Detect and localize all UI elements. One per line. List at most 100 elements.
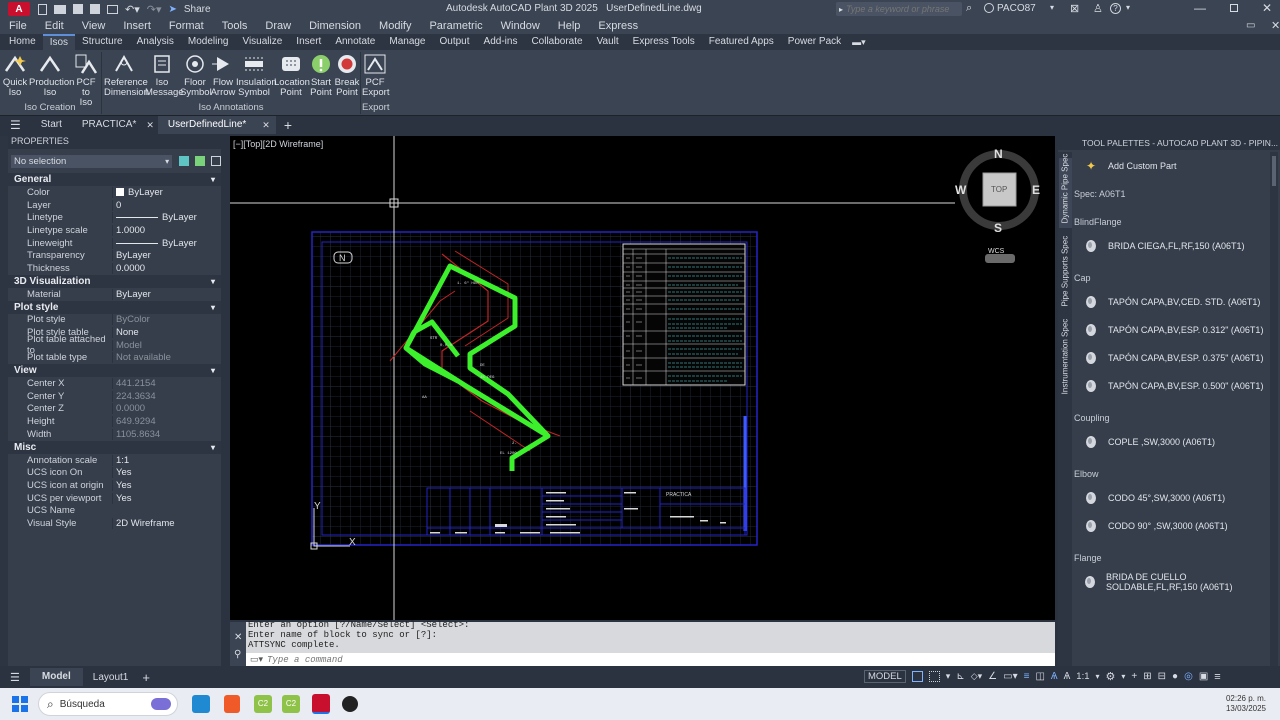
collapse-chevron-icon[interactable]: ▾ (211, 175, 215, 184)
obs-icon[interactable] (342, 696, 358, 712)
marketplace-icon[interactable]: ⊠ (1070, 2, 1079, 15)
tab-collaborate[interactable]: Collaborate (524, 34, 589, 50)
tab-express-tools[interactable]: Express Tools (626, 34, 702, 50)
drawing-viewport[interactable]: [−][Top][2D Wireframe] 1- 6" HDR STR DE AA… (230, 136, 1055, 620)
properties-section-header[interactable]: View ▾ (8, 364, 221, 378)
menu-hamburger-icon[interactable]: ☰ (0, 118, 31, 132)
restore-icon[interactable] (1230, 4, 1238, 12)
menu-window[interactable]: Window (492, 20, 549, 32)
windows-start-icon[interactable] (12, 696, 28, 712)
menu-modify[interactable]: Modify (370, 20, 420, 32)
property-row[interactable]: Center X 441.2154 (8, 377, 221, 390)
pcf-to-iso-button[interactable]: PCF to Iso (72, 52, 100, 108)
units-icon[interactable]: ⊞ (1143, 671, 1151, 682)
redo-icon[interactable]: ↷▾ (147, 3, 162, 16)
property-value[interactable]: ByLayer (112, 250, 221, 262)
property-row[interactable]: Color ByLayer (8, 186, 221, 199)
grid-icon[interactable] (911, 671, 923, 682)
share-button[interactable]: Share (184, 4, 211, 15)
file-tab-close-icon[interactable]: ✕ (256, 116, 276, 134)
print-icon[interactable] (107, 4, 118, 14)
toggle-pickadd-icon[interactable] (179, 156, 190, 166)
tab-isos[interactable]: Isos (42, 34, 76, 50)
close-icon[interactable]: ✕ (1262, 1, 1272, 15)
collapse-chevron-icon[interactable]: ▾ (211, 303, 215, 312)
scrollbar-thumb[interactable] (1272, 156, 1276, 186)
brave-browser-icon[interactable] (224, 695, 240, 713)
share-icon[interactable]: ➤ (169, 4, 177, 15)
property-row[interactable]: Width 1105.8634 (8, 428, 221, 441)
search-icon[interactable]: ⌕ (966, 2, 972, 15)
start-point-button[interactable]: Start Point (308, 52, 334, 98)
palette-tool-item[interactable]: CODO 90° ,SW,3000 (A06T1) (1072, 512, 1270, 540)
add-layout-plus-icon[interactable]: + (138, 670, 154, 685)
property-row[interactable]: Linetype scale 1.0000 (8, 224, 221, 237)
minimize-icon[interactable]: — (1194, 1, 1206, 15)
property-row[interactable]: Thickness 0.0000 (8, 262, 221, 275)
pcf-export-button[interactable]: PCF Export (362, 52, 389, 98)
menu-express[interactable]: Express (589, 20, 647, 32)
collapse-chevron-icon[interactable]: ▾ (211, 366, 215, 375)
palette-tab-instrumentation-spec[interactable]: Instrumentation Spec (1061, 316, 1070, 398)
open-folder-icon[interactable] (54, 4, 66, 14)
palette-tool-item[interactable]: BRIDA CIEGA,FL,RF,150 (A06T1) (1072, 232, 1270, 260)
customization-icon[interactable]: ≡ (1214, 671, 1220, 683)
tab-structure[interactable]: Structure (75, 34, 130, 50)
wcs-menu[interactable]: WCS (988, 248, 1004, 255)
property-row[interactable]: Height 649.9294 (8, 415, 221, 428)
property-value[interactable]: 0.0000 (112, 262, 221, 274)
flow-arrow-button[interactable]: Flow Arrow (210, 52, 236, 98)
menu-tools[interactable]: Tools (213, 20, 257, 32)
clock-date[interactable]: 13/03/2025 (1226, 704, 1266, 714)
autocad-plant3d-taskbar-icon[interactable] (312, 694, 330, 714)
quick-iso-button[interactable]: Quick Iso (2, 52, 28, 98)
menu-restore-icon[interactable]: ▭ (1237, 20, 1264, 31)
property-row[interactable]: Center Z 0.0000 (8, 403, 221, 416)
isolate-objects-icon[interactable]: ● (1172, 671, 1178, 682)
palette-tool-item[interactable]: TAPÓN CAPA,BV,ESP. 0.500" (A06T1) (1072, 372, 1270, 400)
property-row[interactable]: Transparency ByLayer (8, 249, 221, 262)
palette-tool-item[interactable]: TAPÓN CAPA,BV,ESP. 0.312" (A06T1) (1072, 316, 1270, 344)
annotation-scale-dropdown-icon[interactable]: ▾ (1096, 672, 1100, 681)
tab-insert[interactable]: Insert (289, 34, 328, 50)
floor-symbol-button[interactable]: Floor Symbol (180, 52, 212, 98)
annotation-scale[interactable]: 1:1 (1076, 671, 1089, 682)
property-row[interactable]: UCS icon On Yes (8, 466, 221, 479)
layout1-tab[interactable]: Layout1 (83, 672, 139, 683)
property-value[interactable]: Not available (112, 352, 221, 364)
property-value[interactable]: ByColor (112, 314, 221, 326)
iso-message-button[interactable]: Iso Message (145, 52, 184, 98)
model-tab[interactable]: Model (29, 668, 83, 686)
property-row[interactable]: UCS icon at origin Yes (8, 479, 221, 492)
property-row[interactable]: Plot style ByColor (8, 314, 221, 327)
vscode-icon[interactable] (192, 695, 210, 713)
properties-section-header[interactable]: Misc ▾ (8, 440, 221, 454)
production-iso-button[interactable]: Production Iso (29, 52, 74, 98)
property-value[interactable]: ByLayer (112, 288, 221, 300)
property-value[interactable]: ByLayer (112, 212, 221, 224)
property-value[interactable]: 224.3634 (112, 390, 221, 402)
property-value[interactable]: 0.0000 (112, 403, 221, 415)
annotation-visibility-icon[interactable]: Ѧ (1051, 671, 1058, 682)
tab-modeling[interactable]: Modeling (181, 34, 236, 50)
save-icon[interactable] (73, 4, 83, 14)
lineweight-icon[interactable]: ≡ (1024, 671, 1030, 682)
tab-featured-apps[interactable]: Featured Apps (702, 34, 781, 50)
property-row[interactable]: UCS Name (8, 504, 221, 517)
transparency-icon[interactable]: ◫ (1035, 671, 1044, 682)
file-tab-practica[interactable]: PRACTICA* (72, 116, 146, 134)
osnap-icon[interactable]: ▭▾ (1003, 671, 1017, 682)
file-tab-userdefinedline[interactable]: UserDefinedLine* (157, 116, 257, 134)
properties-section-header[interactable]: Plot style ▾ (8, 300, 221, 314)
palette-tool-item[interactable]: TAPÓN CAPA,BV,ESP. 0.375" (A06T1) (1072, 344, 1270, 372)
command-input[interactable] (267, 654, 968, 665)
hardware-acceleration-icon[interactable]: ◎ (1184, 671, 1193, 682)
ribbon-minimize-icon[interactable]: ▬▾ (848, 34, 870, 50)
reference-dimension-button[interactable]: Reference Dimension (104, 52, 149, 98)
tab-analysis[interactable]: Analysis (130, 34, 181, 50)
property-row[interactable]: Visual Style 2D Wireframe (8, 517, 221, 530)
property-row[interactable]: Plot table type Not available (8, 352, 221, 365)
property-value[interactable]: 1:1 (112, 454, 221, 466)
palette-tab-pipe-supports-spec[interactable]: Pipe Supports Spec (1061, 236, 1070, 307)
menu-insert[interactable]: Insert (114, 20, 160, 32)
